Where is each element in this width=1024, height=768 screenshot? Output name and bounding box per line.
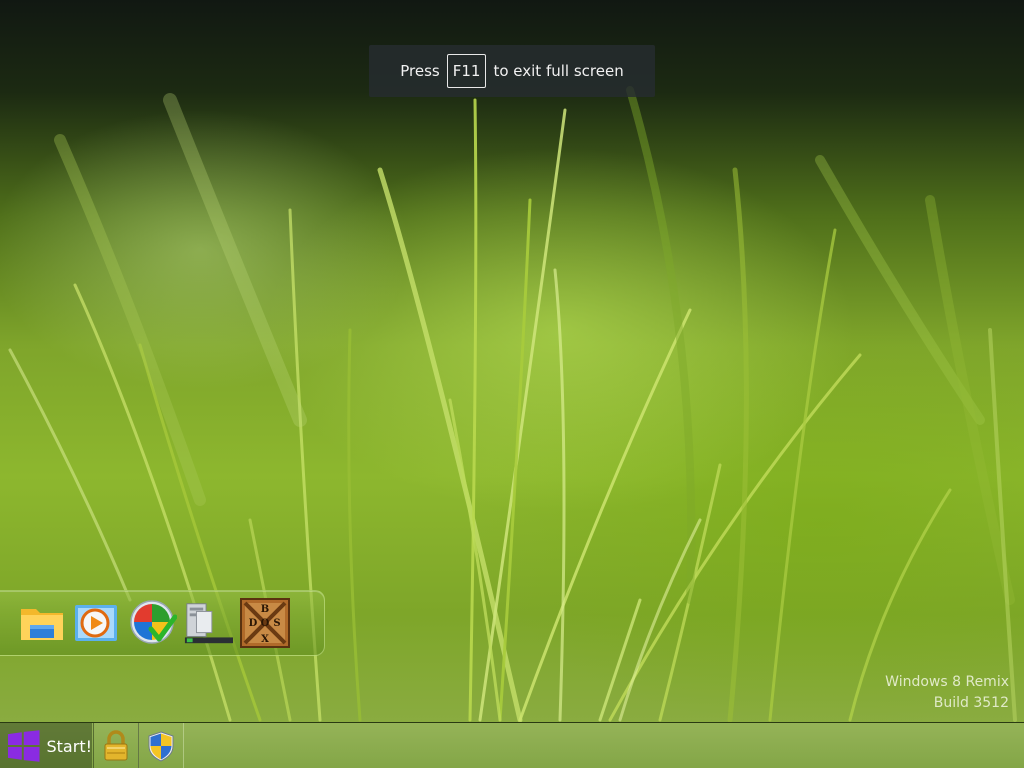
security-button[interactable]	[138, 723, 184, 768]
computer-icon[interactable]	[183, 598, 233, 648]
svg-text:S: S	[273, 618, 280, 629]
watermark-build: Build 3512	[933, 695, 1009, 711]
svg-text:O: O	[261, 618, 270, 629]
desktop[interactable]: Press F11 to exit full screen B D O S X …	[0, 0, 1024, 768]
shield-icon	[148, 731, 174, 762]
windows-logo-icon	[7, 730, 40, 762]
fullscreen-hint-suffix: to exit full screen	[493, 62, 624, 80]
windows-update-icon[interactable]	[128, 598, 178, 648]
taskbar: Start!	[0, 722, 1024, 768]
lock-button[interactable]	[93, 723, 139, 768]
os-watermark: Windows 8 Remix Build 3512	[885, 672, 1009, 714]
file-explorer-icon[interactable]	[17, 598, 67, 648]
svg-text:X: X	[261, 634, 269, 645]
start-button[interactable]: Start!	[0, 723, 92, 768]
dosbox-icon[interactable]: B D O S X	[240, 598, 290, 648]
start-label: Start!	[46, 736, 93, 756]
watermark-os-name: Windows 8 Remix	[885, 674, 1009, 690]
fullscreen-hint: Press F11 to exit full screen	[369, 45, 655, 97]
media-player-icon[interactable]	[71, 598, 121, 648]
fullscreen-hint-key: F11	[446, 54, 487, 88]
svg-text:B: B	[261, 604, 269, 615]
svg-text:D: D	[249, 618, 258, 629]
fullscreen-hint-prefix: Press	[400, 62, 440, 80]
lock-icon	[104, 730, 128, 761]
